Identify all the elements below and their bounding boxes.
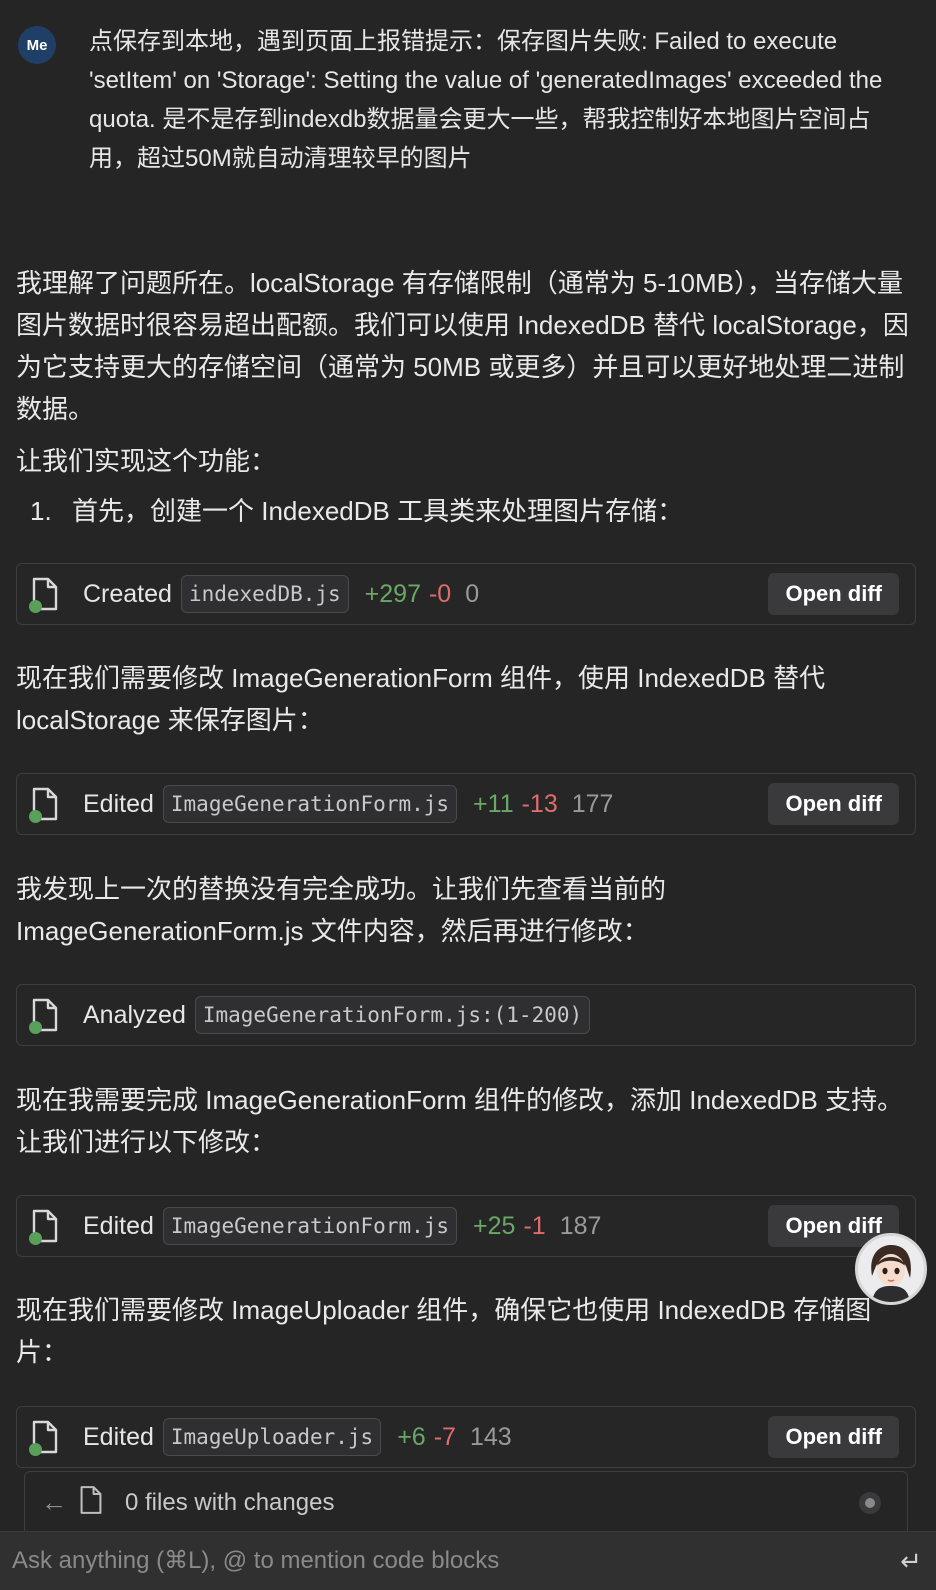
lines-added: +6 [397,1422,426,1451]
status-dot [29,1232,42,1245]
file-name-chip[interactable]: ImageGenerationForm.js:(1-200) [194,996,591,1034]
user-message: Me 点保存到本地，遇到页面上报错提示：保存图片失败: Failed to ex… [18,22,918,178]
file-icon [29,998,59,1034]
file-action-card: Edited ImageGenerationForm.js +25 -1 187… [16,1195,916,1257]
file-icon [79,1485,103,1520]
files-changed-bar: ← 0 files with changes [24,1471,908,1533]
file-name-chip[interactable]: ImageGenerationForm.js [162,785,458,823]
file-action-card: Edited ImageGenerationForm.js +11 -13 17… [16,773,916,835]
assistant-paragraph: 我理解了问题所在。localStorage 有存储限制（通常为 5-10MB），… [16,268,909,424]
back-arrow-icon[interactable]: ← [41,1487,67,1518]
user-message-text: 点保存到本地，遇到页面上报错提示：保存图片失败: Failed to execu… [89,28,883,172]
lines-removed: -13 [521,789,558,818]
card-action: Edited [83,789,154,818]
status-dot [29,1021,42,1034]
assistant-paragraph: 现在我们需要修改 ImageUploader 组件，确保它也使用 Indexed… [16,1295,872,1367]
avatar-illustration [858,1236,924,1302]
file-icon [29,787,59,823]
file-action-card: Analyzed ImageGenerationForm.js:(1-200) [16,984,916,1046]
lines-added: +25 [473,1211,516,1240]
lines-added: +297 [364,579,421,608]
card-action: Edited [83,1211,154,1240]
file-name-chip[interactable]: indexedDB.js [180,575,349,613]
line-count: 143 [469,1422,512,1451]
open-diff-button[interactable]: Open diff [768,573,899,615]
lines-removed: -1 [523,1211,546,1240]
files-changed-label[interactable]: 0 files with changes [125,1489,334,1517]
list-item: 1. 首先，创建一个 IndexedDB 工具类来处理图片存储： [30,490,683,532]
file-name-chip[interactable]: ImageUploader.js [162,1418,382,1456]
file-name-chip[interactable]: ImageGenerationForm.js [162,1207,458,1245]
file-icon [29,1420,59,1456]
assistant-paragraph: 我发现上一次的替换没有完全成功。让我们先查看当前的 ImageGeneratio… [16,874,667,946]
card-action: Edited [83,1422,154,1451]
lines-removed: -0 [428,579,452,608]
card-action: Created [83,579,172,608]
assistant-avatar-button[interactable] [855,1233,927,1305]
line-count: 0 [465,579,480,608]
chat-input-bar: ↵ [0,1531,936,1590]
status-indicator-icon [859,1492,881,1514]
status-dot [29,1443,42,1456]
list-text: 首先，创建一个 IndexedDB 工具类来处理图片存储： [72,496,684,526]
user-avatar: Me [18,26,56,64]
enter-icon[interactable]: ↵ [886,1546,936,1577]
assistant-paragraph: 现在我们需要修改 ImageGenerationForm 组件，使用 Index… [16,663,826,735]
line-count: 177 [571,789,614,818]
file-action-card: Edited ImageUploader.js +6 -7 143 Open d… [16,1406,916,1468]
chat-panel: Me 点保存到本地，遇到页面上报错提示：保存图片失败: Failed to ex… [0,0,936,1590]
open-diff-button[interactable]: Open diff [768,783,899,825]
file-icon [29,1209,59,1245]
lines-added: +11 [473,789,514,818]
list-number: 1. [30,496,52,526]
line-count: 187 [559,1211,602,1240]
assistant-paragraph: 让我们实现这个功能： [16,446,277,476]
file-action-card: Created indexedDB.js +297 -0 0 Open diff [16,563,916,625]
lines-removed: -7 [433,1422,456,1451]
status-dot [29,600,42,613]
open-diff-button[interactable]: Open diff [768,1416,899,1458]
status-dot [29,810,42,823]
card-action: Analyzed [83,1000,186,1029]
file-icon [29,577,59,613]
chat-input[interactable] [0,1532,886,1590]
assistant-paragraph: 现在我需要完成 ImageGenerationForm 组件的修改，添加 Ind… [16,1085,904,1157]
